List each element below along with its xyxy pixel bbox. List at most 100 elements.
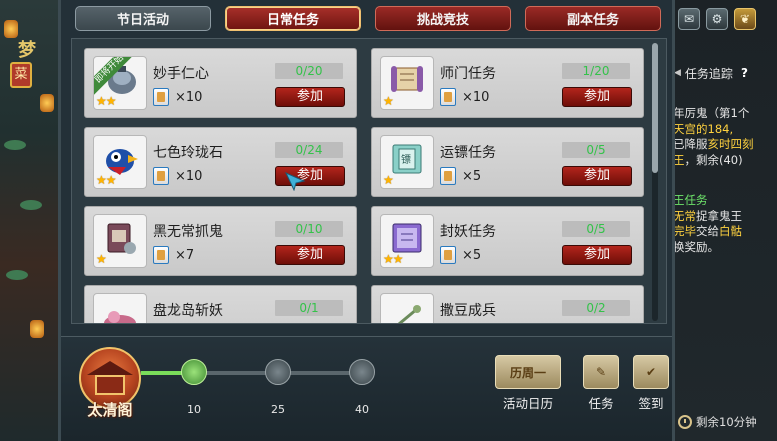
scrollbar[interactable] (652, 43, 658, 321)
emblem-label: 太清阁 (87, 401, 133, 419)
quest-name: 封妖任务 (440, 224, 496, 240)
tracker-title: 任务追踪 (684, 66, 733, 81)
activity-window: 节日活动 日常任务 挑战竞技 副本任务 即将开始 ★★ 妙手仁心 ×10 0/2… (58, 0, 675, 441)
quest-name: 运镖任务 (440, 145, 496, 161)
quest-card[interactable]: 撒豆成兵 0/2 (371, 285, 644, 323)
tab-challenge[interactable]: 挑战竞技 (375, 6, 511, 31)
reward-scroll-icon (153, 167, 169, 185)
quest-list[interactable]: 即将开始 ★★ 妙手仁心 ×10 0/20 参加 ★ 师门任务 ×10 1/20… (71, 38, 667, 324)
quest-grid: 即将开始 ★★ 妙手仁心 ×10 0/20 参加 ★ 师门任务 ×10 1/20… (84, 48, 664, 323)
tab-bar: 节日活动 日常任务 挑战竞技 副本任务 (75, 6, 661, 31)
milestone-node[interactable] (265, 359, 291, 385)
tab-dungeon[interactable]: 副本任务 (525, 6, 661, 31)
reward: ×7 (153, 246, 194, 264)
reward-scroll-icon (153, 88, 169, 106)
ghost-tablet-icon (107, 223, 136, 254)
bottom-bar: 太清阁 10 25 40 历周一 活动日历 ✎ 任务 ✔ 签到 (61, 336, 672, 441)
dragon-island-icon (104, 311, 136, 323)
quest-card[interactable]: ★ 黑无常抓鬼 ×7 0/10 参加 (84, 206, 357, 276)
quest-progress: 0/1 (275, 300, 343, 316)
tracker-line: 已降服亥时四刻 (673, 137, 754, 151)
timer-text: 剩余10分钟 (696, 415, 757, 429)
quest-progress: 0/10 (275, 221, 343, 237)
tracker-line: 完毕交给白骷 (673, 224, 742, 238)
calendar-icon: 历周一 (495, 355, 561, 389)
quest-card[interactable]: 镖 ★ 运镖任务 ×5 0/5 参加 (371, 127, 644, 197)
top-icon-bar: ✉ ⚙ ❦ (678, 8, 756, 30)
quest-name: 撒豆成兵 (440, 303, 496, 319)
reward-qty: ×10 (462, 89, 490, 105)
quest-progress: 0/5 (562, 142, 630, 158)
svg-text:镖: 镖 (401, 154, 411, 166)
reward-qty: ×5 (462, 168, 482, 184)
seal-book-icon (392, 223, 422, 253)
quest-progress: 1/20 (562, 63, 630, 79)
activity-calendar-button[interactable]: 历周一 活动日历 (493, 355, 563, 412)
reward-scroll-icon (440, 246, 456, 264)
scroll-icon: ✎ (583, 355, 619, 389)
quest-card[interactable]: ★★ 七色玲珑石 ×10 0/24 参加 (84, 127, 357, 197)
quest-tracker-panel: ✉ ⚙ ❦ ◀ 任务追踪 ? 年厉鬼（第1个 天宫的184, 已降服亥时四刻 王… (670, 0, 777, 441)
escort-book-icon: 镖 (392, 144, 422, 174)
quest-progress: 0/24 (275, 142, 343, 158)
signin-button[interactable]: ✔ 签到 (631, 355, 671, 412)
help-icon[interactable]: ? (741, 66, 748, 80)
join-button[interactable]: 参加 (275, 245, 345, 265)
quest-icon-box (93, 293, 147, 323)
reward-qty: ×5 (462, 247, 482, 263)
clock-icon (678, 415, 692, 429)
scroll-icon (391, 66, 423, 92)
quest-name: 盘龙岛斩妖 (153, 303, 223, 319)
star-rating: ★ (383, 94, 394, 108)
lantern-icon (40, 94, 54, 112)
signin-label: 签到 (638, 396, 664, 411)
tracker-line: 无常捉拿鬼王 (673, 208, 742, 223)
tracker-line: 王，剩余(40) (673, 152, 743, 167)
join-button[interactable]: 参加 (562, 87, 632, 107)
collapse-arrow-icon[interactable]: ◀ (674, 68, 681, 78)
quest-icon-box: 镖 ★ (380, 135, 434, 189)
reward: ×10 (440, 88, 489, 106)
sect-emblem[interactable]: 太清阁 (77, 347, 143, 421)
decor-glyph: 梦 (18, 40, 36, 61)
task-label: 任务 (588, 396, 614, 411)
milestone-node[interactable] (181, 359, 207, 385)
leaf-icon (4, 140, 26, 150)
quest-icon-box: ★★ (380, 214, 434, 268)
join-button[interactable]: 参加 (562, 166, 632, 186)
star-rating: ★ (383, 173, 394, 187)
task-button[interactable]: ✎ 任务 (581, 355, 621, 412)
quest-icon-box: 即将开始 ★★ (93, 56, 147, 110)
tracker-text[interactable]: 年厉鬼（第1个 天宫的184, 已降服亥时四刻 王，剩余(40) 王任务 无常捉… (673, 106, 777, 255)
scroll-thumb[interactable] (652, 43, 658, 173)
tracker-header[interactable]: ◀ 任务追踪 ? (674, 62, 774, 84)
quest-progress: 0/20 (275, 63, 343, 79)
reward: ×5 (440, 167, 481, 185)
star-rating: ★ (96, 252, 107, 266)
join-button[interactable]: 参加 (275, 87, 345, 107)
calendar-label: 活动日历 (502, 396, 553, 411)
checklist-icon: ✔ (633, 355, 669, 389)
tab-festival[interactable]: 节日活动 (75, 6, 211, 31)
quest-card[interactable]: ★★ 封妖任务 ×5 0/5 参加 (371, 206, 644, 276)
reward: ×10 (153, 88, 202, 106)
lantern-icon (4, 20, 18, 38)
milestone-node[interactable] (349, 359, 375, 385)
tab-daily[interactable]: 日常任务 (225, 6, 361, 31)
timer: 剩余10分钟 (678, 414, 757, 430)
join-button[interactable]: 参加 (562, 245, 632, 265)
quest-card[interactable]: 盘龙岛斩妖 0/1 (84, 285, 357, 323)
reward-scroll-icon (153, 246, 169, 264)
quest-name: 师门任务 (440, 66, 496, 82)
settings-icon[interactable]: ⚙ (706, 8, 728, 30)
quest-card[interactable]: 即将开始 ★★ 妙手仁心 ×10 0/20 参加 (84, 48, 357, 118)
reward-qty: ×10 (175, 168, 203, 184)
quest-progress: 0/2 (562, 300, 630, 316)
quest-name: 黑无常抓鬼 (153, 224, 223, 240)
wings-icon[interactable]: ❦ (734, 8, 756, 30)
reward-scroll-icon (440, 88, 456, 106)
quest-icon-box: ★ (93, 214, 147, 268)
mail-icon[interactable]: ✉ (678, 8, 700, 30)
quest-card[interactable]: ★ 师门任务 ×10 1/20 参加 (371, 48, 644, 118)
tracker-line: 天宫的184, (673, 121, 734, 136)
